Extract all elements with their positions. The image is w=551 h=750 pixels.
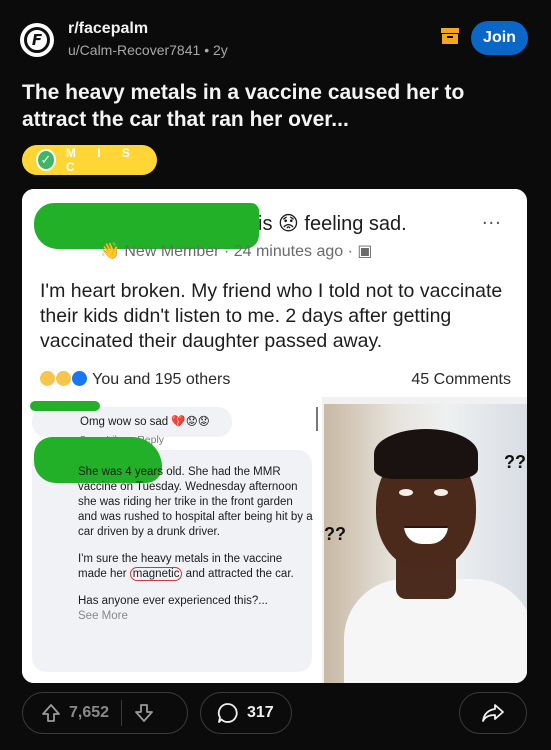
comment-2-question: Has anyone ever experienced this?... bbox=[78, 595, 268, 607]
redacted-commenter bbox=[30, 401, 100, 411]
subreddit-name[interactable]: r/facepalm bbox=[68, 20, 148, 38]
like-reaction-icon bbox=[72, 371, 87, 386]
member-meta: New Member · 24 minutes ago · bbox=[124, 243, 353, 260]
see-more-link: See More bbox=[78, 610, 128, 622]
post-body: I'm heart broken. My friend who I told n… bbox=[40, 280, 503, 352]
share-icon bbox=[482, 704, 504, 722]
sad-reaction-icon bbox=[40, 371, 55, 386]
author-link[interactable]: u/Calm-Recover7841 bbox=[68, 42, 200, 58]
post-meta-line: 👋 New Member · 24 minutes ago · ▣ bbox=[100, 241, 372, 261]
post-meta: u/Calm-Recover7841 • 2y bbox=[68, 42, 228, 58]
vote-separator bbox=[121, 700, 123, 726]
divider bbox=[316, 407, 318, 431]
meta-dot: • bbox=[204, 42, 213, 58]
question-marks-right: ?? bbox=[504, 452, 526, 472]
group-icon: ▣ bbox=[357, 243, 373, 260]
comment-2-p2: I'm sure the heavy metals in the vaccine… bbox=[78, 552, 313, 582]
more-options-icon: ... bbox=[482, 207, 502, 229]
share-button[interactable] bbox=[459, 692, 527, 734]
archive-icon[interactable] bbox=[441, 28, 459, 44]
facepalm-logo-icon: F bbox=[24, 27, 50, 53]
reactions-count: You and 195 others bbox=[92, 371, 231, 388]
comment-icon bbox=[217, 703, 238, 723]
facebook-post-screenshot: is 😟 feeling sad. ... 👋 New Member · 24 … bbox=[22, 189, 527, 397]
checkmark-icon: ✓ bbox=[36, 149, 56, 171]
comments-count: 45 Comments bbox=[411, 371, 511, 388]
post-age: 2y bbox=[212, 42, 228, 58]
post-flair[interactable]: ✓ M I S C bbox=[22, 145, 157, 175]
comments-button[interactable]: 317 bbox=[200, 692, 292, 734]
subreddit-avatar[interactable]: F bbox=[20, 23, 54, 57]
comment-count: 317 bbox=[247, 704, 274, 721]
comment-2-p3: Has anyone ever experienced this?... See … bbox=[78, 594, 313, 624]
post-image[interactable]: is 😟 feeling sad. ... 👋 New Member · 24 … bbox=[22, 189, 527, 683]
upvote-count: 7,652 bbox=[69, 704, 110, 721]
join-button[interactable]: Join bbox=[471, 21, 528, 55]
comment-2-text: She was 4 years old. She had the MMR vac… bbox=[78, 465, 313, 624]
wow-reaction-icon bbox=[56, 371, 71, 386]
comment-1-text: Omg wow so sad 💔😟😟 bbox=[80, 416, 210, 428]
post-header: F r/facepalm u/Calm-Recover7841 • 2y Joi… bbox=[0, 0, 551, 70]
meme-eye-left bbox=[399, 489, 413, 496]
comment-2-p1: She was 4 years old. She had the MMR vac… bbox=[78, 466, 313, 538]
comments-panel: Omg wow so sad 💔😟😟 5m Like Reply She was… bbox=[22, 397, 322, 683]
wave-icon: 👋 bbox=[100, 243, 125, 260]
confused-man-meme: ?? ?? bbox=[324, 404, 527, 683]
vote-bar: 7,652 bbox=[22, 692, 188, 734]
comment-2-p2-after: and attracted the car. bbox=[185, 568, 294, 580]
meme-hair bbox=[374, 429, 478, 479]
status-text: is 😟 feeling sad. bbox=[258, 213, 407, 235]
question-marks-left: ?? bbox=[324, 524, 346, 544]
highlighted-word: magnetic bbox=[129, 567, 183, 581]
post-title[interactable]: The heavy metals in a vaccine caused her… bbox=[22, 79, 527, 133]
meme-eye-right bbox=[434, 489, 448, 496]
upvote-icon[interactable] bbox=[41, 703, 61, 723]
downvote-icon[interactable] bbox=[134, 703, 154, 723]
flair-label: M I S C bbox=[65, 146, 139, 174]
reactions-row: You and 195 others bbox=[40, 371, 230, 389]
